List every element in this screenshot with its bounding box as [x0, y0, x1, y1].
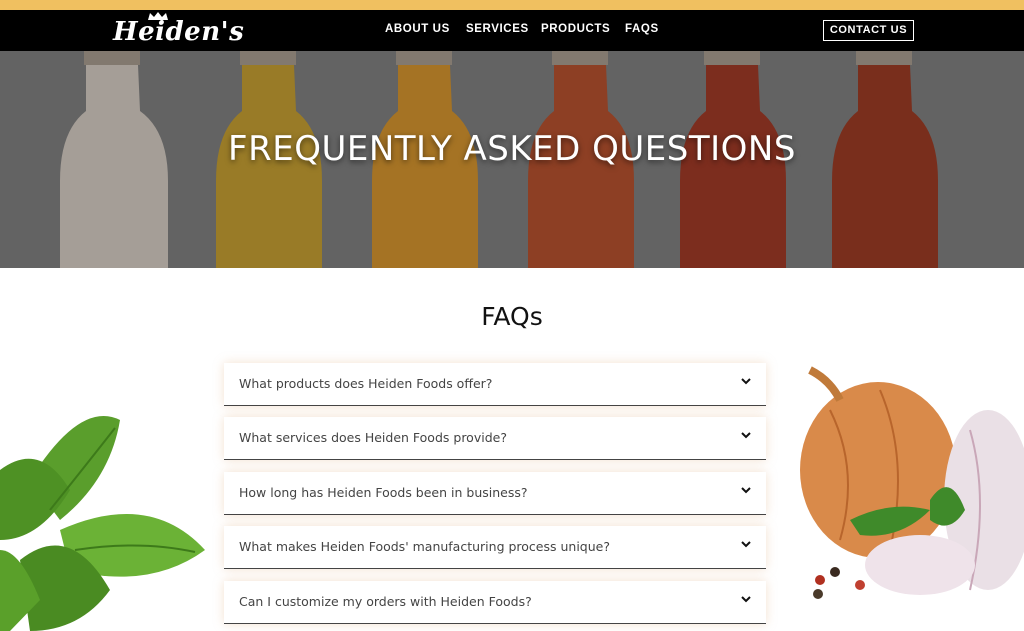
chevron-down-icon[interactable] — [740, 484, 752, 496]
chevron-down-icon[interactable] — [740, 593, 752, 605]
faq-item[interactable]: How long has Heiden Foods been in busine… — [224, 472, 766, 515]
basil-leaves-image — [0, 416, 205, 631]
chevron-down-icon[interactable] — [740, 375, 752, 387]
chevron-down-icon[interactable] — [740, 538, 752, 550]
chevron-down-icon[interactable] — [740, 429, 752, 441]
faq-item[interactable]: What makes Heiden Foods' manufacturing p… — [224, 526, 766, 569]
nav-link-faqs[interactable]: FAQS — [625, 23, 659, 35]
nav-link-services[interactable]: SERVICES — [466, 23, 529, 35]
faq-question: What products does Heiden Foods offer? — [239, 376, 493, 391]
hero-banner: FREQUENTLY ASKED QUESTIONS — [0, 51, 1024, 268]
top-accent-bar — [0, 0, 1024, 10]
faq-item[interactable]: What products does Heiden Foods offer? — [224, 363, 766, 406]
faq-question: Can I customize my orders with Heiden Fo… — [239, 594, 532, 609]
faq-question: What makes Heiden Foods' manufacturing p… — [239, 539, 610, 554]
onion-garlic-image — [800, 366, 1024, 599]
faq-question: What services does Heiden Foods provide? — [239, 430, 507, 445]
nav-link-about[interactable]: ABOUT US — [385, 23, 450, 35]
navbar: Heiden's ABOUT US SERVICES PRODUCTS FAQS… — [0, 10, 1024, 51]
hero-title: FREQUENTLY ASKED QUESTIONS — [228, 129, 796, 169]
contact-us-button[interactable]: CONTACT US — [823, 20, 914, 41]
nav-link-products[interactable]: PRODUCTS — [541, 23, 610, 35]
faq-item[interactable]: What services does Heiden Foods provide? — [224, 417, 766, 460]
faq-item[interactable]: Can I customize my orders with Heiden Fo… — [224, 581, 766, 624]
faq-question: How long has Heiden Foods been in busine… — [239, 485, 528, 500]
faq-heading: FAQs — [481, 302, 543, 331]
